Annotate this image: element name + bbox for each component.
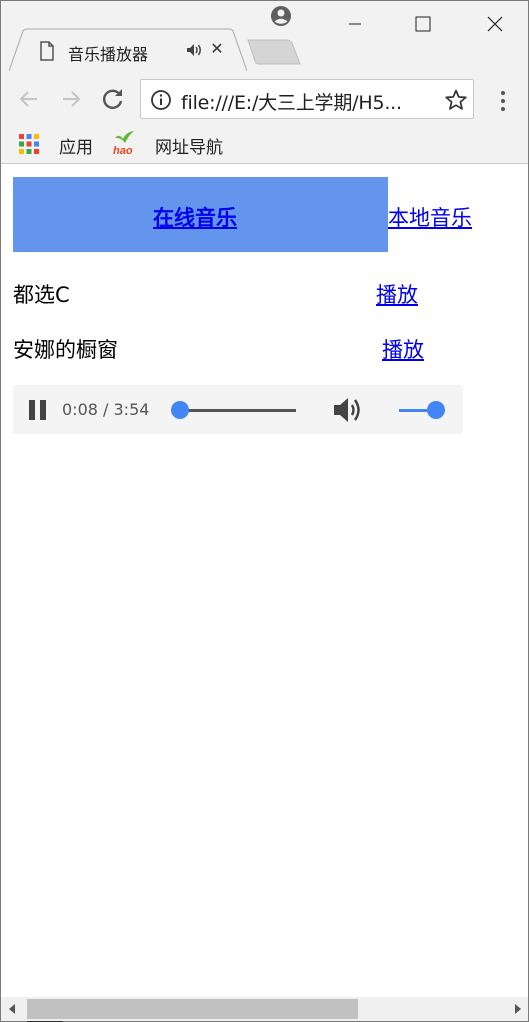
- play-link[interactable]: 播放: [382, 334, 424, 364]
- song-title: 安娜的橱窗: [13, 338, 118, 362]
- back-arrow-icon[interactable]: [15, 85, 43, 113]
- apps-grid-icon[interactable]: [18, 133, 40, 155]
- bookmark-apps[interactable]: 应用: [59, 133, 93, 158]
- svg-text:hao: hao: [113, 145, 133, 156]
- tab-title: 音乐播放器: [68, 45, 149, 64]
- title-bar: 音乐播放器 ✕: [1, 1, 528, 72]
- minimize-icon[interactable]: [340, 9, 370, 39]
- tab-online-music[interactable]: 在线音乐: [13, 177, 388, 252]
- scrollbar-thumb[interactable]: [27, 999, 358, 1019]
- kebab-menu-icon[interactable]: [495, 89, 511, 113]
- bookmark-url-nav[interactable]: 网址导航: [155, 133, 223, 158]
- url-text[interactable]: file:///E:/大三上学期/H5...: [181, 88, 402, 115]
- tab-online-music-link[interactable]: 在线音乐: [153, 202, 237, 232]
- play-link[interactable]: 播放: [376, 279, 418, 309]
- audio-player: 0:08 / 3:54: [13, 385, 463, 434]
- bookmark-star-icon[interactable]: [444, 88, 468, 112]
- tab-local-music-link[interactable]: 本地音乐: [388, 202, 472, 232]
- pause-icon[interactable]: [28, 399, 48, 421]
- file-icon: [40, 41, 54, 61]
- volume-icon[interactable]: [333, 395, 365, 425]
- window-close-icon[interactable]: [480, 9, 510, 39]
- scroll-left-arrow-icon[interactable]: [7, 1003, 17, 1015]
- bookmarks-bar: 应用 hao 网址导航: [1, 127, 528, 164]
- time-display: 0:08 / 3:54: [62, 400, 150, 419]
- profile-icon[interactable]: [270, 5, 292, 27]
- page-content: 在线音乐 本地音乐 都选C 播放 安娜的橱窗 播放 0:08 / 3:54: [1, 165, 528, 997]
- horizontal-scrollbar[interactable]: [1, 997, 528, 1021]
- new-tab-button[interactable]: [247, 39, 301, 65]
- info-icon[interactable]: [150, 89, 172, 111]
- audio-playing-icon: [187, 44, 201, 56]
- reload-icon[interactable]: [99, 85, 127, 113]
- forward-arrow-icon[interactable]: [57, 85, 85, 113]
- volume-thumb[interactable]: [427, 401, 445, 419]
- maximize-icon[interactable]: [408, 9, 438, 39]
- scroll-right-arrow-icon[interactable]: [513, 1003, 523, 1015]
- tab-close-button[interactable]: ✕: [208, 40, 226, 58]
- song-title: 都选C: [13, 283, 70, 307]
- address-bar[interactable]: file:///E:/大三上学期/H5...: [140, 79, 474, 119]
- seek-thumb[interactable]: [171, 401, 189, 419]
- hao-logo-icon: hao: [113, 131, 134, 156]
- seek-bar[interactable]: [179, 409, 296, 412]
